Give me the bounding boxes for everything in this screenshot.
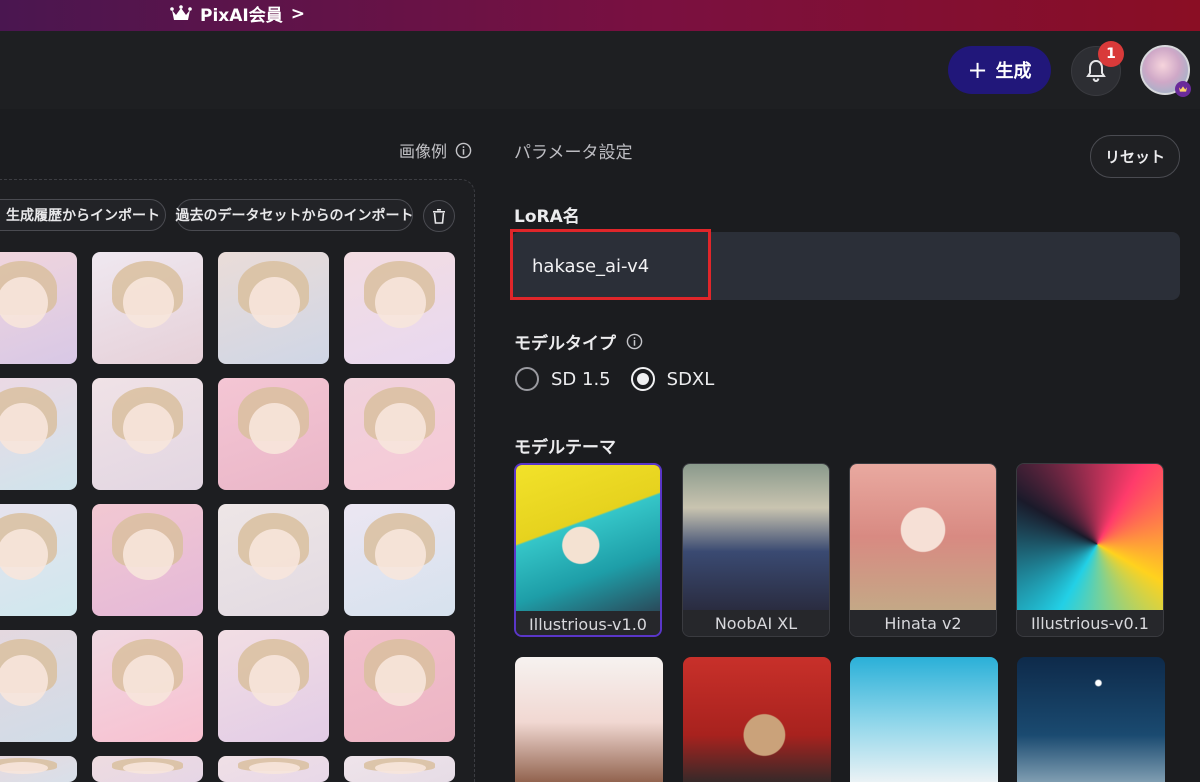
- theme-card-dark-hair[interactable]: [683, 657, 831, 782]
- membership-label: PixAI会員: [200, 6, 283, 26]
- thumbnail-face: [123, 276, 175, 329]
- membership-link[interactable]: PixAI会員 >: [170, 0, 305, 27]
- example-image-thumbnail[interactable]: [92, 630, 203, 742]
- thumbnail-face: [123, 654, 175, 707]
- thumbnail-face: [375, 276, 427, 329]
- theme-card-hinata-v2[interactable]: Hinata v2: [849, 463, 997, 637]
- example-image-thumbnail[interactable]: [92, 756, 203, 782]
- example-image-thumbnail[interactable]: [0, 630, 77, 742]
- example-image-thumbnail[interactable]: [218, 630, 329, 742]
- model-type-radio-group: SD 1.5 SDXL: [515, 367, 734, 391]
- model-type-label: モデルタイプ: [514, 334, 616, 354]
- example-image-thumbnail[interactable]: [92, 378, 203, 490]
- theme-card-night-sky[interactable]: [1017, 657, 1165, 782]
- import-dataset-label: 過去のデータセットからのインポート: [175, 208, 414, 224]
- import-history-button[interactable]: 生成履歴からインポート: [0, 199, 166, 231]
- top-header: + 生成 1: [0, 31, 1200, 109]
- example-image-thumbnail[interactable]: [218, 504, 329, 616]
- example-image-thumbnail[interactable]: [344, 252, 455, 364]
- thumbnail-face: [249, 402, 301, 455]
- reset-button[interactable]: リセット: [1090, 135, 1180, 178]
- generate-button[interactable]: + 生成: [948, 46, 1051, 94]
- example-image-thumbnail[interactable]: [0, 378, 77, 490]
- example-image-thumbnail[interactable]: [92, 252, 203, 364]
- radio-selected[interactable]: [630, 367, 655, 391]
- example-image-thumbnail[interactable]: [92, 504, 203, 616]
- page: PixAI会員 > + 生成 1 画像例 生成履歴からインポート 過去のデータセ…: [0, 0, 1200, 782]
- thumbnail-face: [375, 654, 427, 707]
- thumbnail-face: [249, 761, 301, 774]
- radio-unselected[interactable]: [515, 367, 539, 391]
- examples-heading: 画像例: [399, 139, 472, 161]
- theme-label: Hinata v2: [850, 610, 996, 636]
- info-icon[interactable]: [455, 142, 472, 159]
- example-image-thumbnail[interactable]: [344, 378, 455, 490]
- thumbnail-face: [249, 654, 301, 707]
- member-crown-icon: [1175, 81, 1191, 97]
- model-type-sdxl[interactable]: SDXL: [630, 367, 715, 391]
- thumbnail-face: [375, 402, 427, 455]
- example-image-thumbnail[interactable]: [0, 252, 77, 364]
- thumbnail-face: [123, 761, 175, 774]
- example-image-thumbnail[interactable]: [344, 504, 455, 616]
- example-image-thumbnail[interactable]: [344, 756, 455, 782]
- theme-image: [516, 465, 660, 611]
- theme-card-nurse[interactable]: [515, 657, 663, 782]
- radio-label: SDXL: [666, 368, 715, 390]
- theme-card-cyan-hair[interactable]: [850, 657, 998, 782]
- theme-card-noobai-xl[interactable]: NoobAI XL: [682, 463, 830, 637]
- example-image-thumbnail[interactable]: [0, 504, 77, 616]
- generate-label: 生成: [995, 61, 1032, 82]
- info-icon[interactable]: [626, 333, 643, 350]
- thumbnail-face: [375, 528, 427, 581]
- lora-name-label: LoRA名: [514, 207, 580, 227]
- theme-image: [683, 464, 829, 610]
- model-type-heading: モデルタイプ: [514, 329, 643, 354]
- theme-label: Illustrious-v0.1: [1017, 610, 1163, 636]
- trash-icon: [433, 209, 445, 224]
- import-history-label: 生成履歴からインポート: [6, 208, 160, 224]
- theme-card-illustrious-v1[interactable]: Illustrious-v1.0: [514, 463, 662, 637]
- example-image-thumbnail[interactable]: [218, 252, 329, 364]
- example-image-thumbnail[interactable]: [344, 630, 455, 742]
- theme-image: [1017, 464, 1163, 610]
- thumbnail-face: [0, 528, 49, 581]
- radio-label: SD 1.5: [551, 368, 611, 390]
- crown-icon: [170, 4, 192, 20]
- thumbnail-face: [249, 528, 301, 581]
- theme-label: NoobAI XL: [683, 610, 829, 636]
- import-dataset-button[interactable]: 過去のデータセットからのインポート: [175, 199, 414, 231]
- plus-icon: +: [967, 56, 988, 84]
- theme-label: Illustrious-v1.0: [516, 611, 660, 635]
- model-type-sd15[interactable]: SD 1.5: [515, 367, 611, 391]
- chevron-right-icon: >: [290, 3, 305, 24]
- theme-card-illustrious-v01[interactable]: Illustrious-v0.1: [1016, 463, 1164, 637]
- thumbnail-face: [0, 761, 49, 774]
- thumbnail-face: [0, 276, 49, 329]
- thumbnail-face: [249, 276, 301, 329]
- thumbnail-face: [375, 761, 427, 774]
- thumbnail-face: [0, 402, 49, 455]
- thumbnail-face: [123, 528, 175, 581]
- highlight-annotation: [510, 229, 711, 300]
- model-theme-label: モデルテーマ: [514, 438, 616, 458]
- membership-banner: PixAI会員 >: [0, 0, 1200, 31]
- example-image-thumbnail[interactable]: [218, 378, 329, 490]
- example-image-thumbnail[interactable]: [0, 756, 77, 782]
- thumbnail-face: [0, 654, 49, 707]
- notification-badge: 1: [1098, 41, 1124, 67]
- parameter-settings-title: パラメータ設定: [514, 143, 633, 163]
- theme-image: [850, 464, 996, 610]
- example-image-thumbnail[interactable]: [218, 756, 329, 782]
- delete-button[interactable]: [423, 200, 455, 232]
- examples-label: 画像例: [399, 142, 448, 161]
- thumbnail-face: [123, 402, 175, 455]
